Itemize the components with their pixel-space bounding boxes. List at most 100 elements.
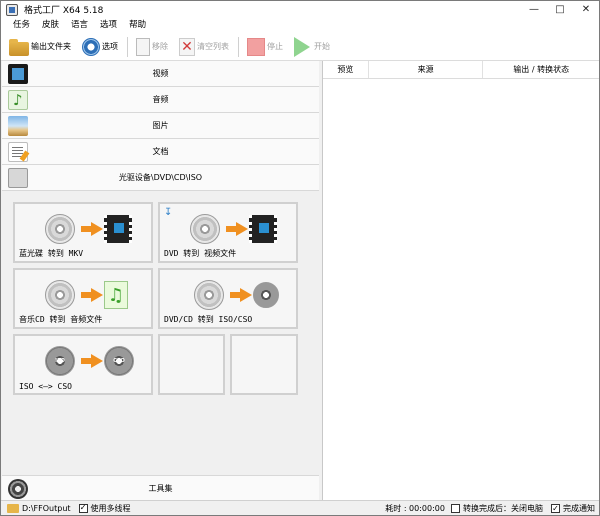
disc-icon (45, 280, 75, 310)
category-label: 视频 (152, 69, 169, 78)
disc-icon (190, 214, 220, 244)
toolbox-category[interactable]: 工具集 (2, 475, 319, 501)
category-image[interactable]: 图片 (2, 113, 319, 139)
minimize-button[interactable]: — (521, 1, 547, 18)
tool-label: ISO <—> CSO (19, 382, 72, 391)
clear-list-icon: ✕ (179, 37, 195, 56)
menu-bar: 任务 皮肤 语言 选项 帮助 (1, 18, 599, 33)
menu-options[interactable]: 选项 (94, 18, 123, 33)
arrow-icon (230, 288, 252, 302)
remove-icon (136, 37, 150, 56)
film-icon (104, 215, 132, 243)
status-bar: D:\FFOutput ✓ 使用多线程 耗时 : 00:00:00 转换完成后：… (1, 500, 599, 515)
multithread-checkbox[interactable]: ✓ (78, 503, 88, 513)
toolbox-icon (8, 479, 28, 499)
disc-icon (194, 280, 224, 310)
after-convert-checkbox[interactable] (451, 504, 460, 513)
start-button[interactable]: 开始 (291, 35, 333, 59)
play-icon (294, 36, 310, 57)
music-note-icon (8, 90, 28, 110)
music-note-icon: ♫ (104, 281, 128, 309)
task-list[interactable]: 预览 来源 输出 / 转换状态 (322, 61, 599, 501)
arrow-icon (81, 288, 103, 302)
window-title: 格式工厂 X64 5.18 (24, 6, 104, 16)
arrow-icon (226, 222, 248, 236)
empty-tool-slot (158, 334, 225, 395)
category-label: 图片 (152, 121, 169, 130)
title-bar: 格式工厂 X64 5.18 — □ ✕ (1, 1, 599, 18)
tool-dvd-to-iso[interactable]: DVD/CD 转到 ISO/CSO (158, 268, 298, 329)
toolbar-divider (127, 36, 128, 57)
notify-label: 完成通知 (563, 504, 595, 513)
maximize-button[interactable]: □ (547, 1, 573, 18)
tile-art: ISO CSO (45, 344, 134, 378)
options-button[interactable]: 选项 (79, 35, 121, 59)
tile-art (190, 212, 277, 246)
tool-iso-cso[interactable]: ISO CSO ISO <—> CSO (13, 334, 153, 395)
tile-art (45, 212, 132, 246)
category-label: 音频 (152, 95, 169, 104)
disc-icon (45, 214, 75, 244)
menu-language[interactable]: 语言 (65, 18, 94, 33)
options-icon (82, 37, 100, 56)
app-logo-icon (6, 3, 18, 16)
disc-tools-area: 蓝光碟 转到 MKV ↧ DVD 转到 视频文件 ♫ 音乐CD 转到 音频文件 (2, 193, 319, 475)
output-path[interactable]: D:\FFOutput (22, 504, 71, 513)
toolbar-divider (238, 36, 239, 57)
toolbar: 输出文件夹 选项 移除 ✕ 清空列表 停止 开始 (1, 33, 599, 61)
cso-tag: CSO (113, 358, 125, 364)
multithread-label: 使用多线程 (90, 503, 131, 513)
download-icon: ↧ (164, 207, 173, 218)
column-source[interactable]: 来源 (369, 61, 484, 78)
task-list-header: 预览 来源 输出 / 转换状态 (323, 61, 599, 79)
picture-icon (8, 116, 28, 136)
status-right: 耗时 : 00:00:00 转换完成后：关闭电脑 ✓ 完成通知 (385, 501, 595, 516)
close-button[interactable]: ✕ (573, 1, 599, 18)
notify-checkbox[interactable]: ✓ (551, 504, 560, 513)
after-convert-label: 转换完成后：关闭电脑 (463, 504, 543, 513)
tool-label: 蓝光碟 转到 MKV (19, 249, 84, 258)
folder-icon (9, 38, 29, 56)
column-output-status[interactable]: 输出 / 转换状态 (483, 61, 599, 78)
clear-list-label: 清空列表 (197, 42, 229, 51)
category-label: 文档 (152, 147, 169, 156)
options-label: 选项 (102, 42, 118, 51)
tile-art (194, 278, 279, 312)
tool-label: 音乐CD 转到 音频文件 (19, 315, 103, 324)
tool-label: DVD 转到 视频文件 (164, 249, 237, 258)
menu-skin[interactable]: 皮肤 (36, 18, 65, 33)
folder-icon (7, 503, 19, 513)
app-window: 格式工厂 X64 5.18 — □ ✕ 任务 皮肤 语言 选项 帮助 输出文件夹… (0, 0, 600, 516)
iso-disc-icon: ISO (45, 346, 75, 376)
arrow-icon (81, 354, 103, 368)
disc-drive-icon (8, 168, 28, 188)
left-panel: 视频 音频 图片 文档 光驱设备\DVD\CD\ISO (2, 61, 319, 501)
output-folder-button[interactable]: 输出文件夹 (6, 35, 74, 59)
category-label: 光驱设备\DVD\CD\ISO (118, 173, 203, 182)
tool-bluray-to-mkv[interactable]: 蓝光碟 转到 MKV (13, 202, 153, 263)
clear-list-button[interactable]: ✕ 清空列表 (176, 35, 232, 59)
menu-task[interactable]: 任务 (7, 18, 36, 33)
start-label: 开始 (314, 42, 330, 51)
category-audio[interactable]: 音频 (2, 87, 319, 113)
arrow-icon (81, 222, 103, 236)
elapsed-time: 耗时 : 00:00:00 (385, 504, 445, 513)
category-disc[interactable]: 光驱设备\DVD\CD\ISO (2, 165, 319, 191)
category-video[interactable]: 视频 (2, 61, 319, 87)
tool-cd-to-audio[interactable]: ♫ 音乐CD 转到 音频文件 (13, 268, 153, 329)
empty-tool-slot (230, 334, 298, 395)
film-icon (249, 215, 277, 243)
window-controls: — □ ✕ (521, 1, 599, 18)
stop-label: 停止 (267, 42, 283, 51)
remove-label: 移除 (152, 42, 168, 51)
column-preview[interactable]: 预览 (323, 61, 369, 78)
tool-dvd-to-video[interactable]: ↧ DVD 转到 视频文件 (158, 202, 298, 263)
tool-label: DVD/CD 转到 ISO/CSO (164, 315, 253, 324)
category-document[interactable]: 文档 (2, 139, 319, 165)
document-icon (8, 142, 28, 162)
stop-icon (247, 37, 265, 56)
stop-button[interactable]: 停止 (244, 35, 286, 59)
output-folder-label: 输出文件夹 (31, 42, 71, 51)
menu-help[interactable]: 帮助 (123, 18, 152, 33)
remove-button[interactable]: 移除 (133, 35, 171, 59)
